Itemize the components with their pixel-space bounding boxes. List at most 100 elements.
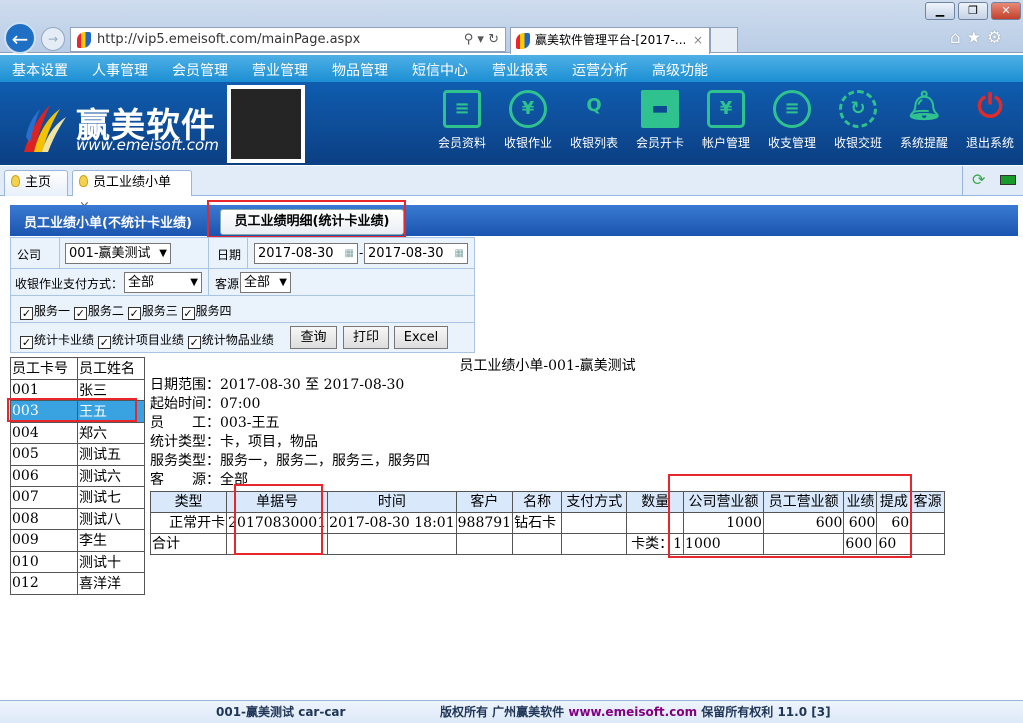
employee-row[interactable]: 007测试七 bbox=[11, 487, 145, 509]
source-label: 客源 bbox=[215, 275, 239, 292]
header-icon-open-card[interactable]: ▬会员开卡 bbox=[629, 90, 691, 151]
report-info-line: 起始时间：07:00 bbox=[150, 395, 945, 414]
employee-row[interactable]: 005测试五 bbox=[11, 444, 145, 466]
menu-item[interactable]: 短信中心 bbox=[412, 60, 468, 80]
total-cell: 合计 bbox=[151, 534, 227, 555]
address-bar[interactable]: http://vip5.emeisoft.com/mainPage.aspx ⚲ … bbox=[70, 27, 506, 52]
stat-goods-checkbox[interactable]: ✓统计物品业绩 bbox=[188, 333, 274, 347]
header-icon-cashier-list[interactable]: Q收银列表 bbox=[563, 90, 625, 151]
restore-button[interactable]: ❐ bbox=[958, 2, 988, 20]
service-checkbox[interactable]: ✓服务二 bbox=[74, 304, 124, 318]
header-icon-cashier[interactable]: ¥收银作业 bbox=[497, 90, 559, 151]
menu-item[interactable]: 人事管理 bbox=[92, 60, 148, 80]
menu-item[interactable]: 高级功能 bbox=[652, 60, 708, 80]
header-icon-reminder[interactable]: 🔔︎系统提醒 bbox=[893, 90, 955, 151]
emp-id: 005 bbox=[11, 444, 78, 466]
date-to-input[interactable]: 2017-08-30▦ bbox=[364, 243, 468, 264]
source-select[interactable]: 全部▼ bbox=[240, 272, 291, 293]
checkbox-checked-icon: ✓ bbox=[188, 336, 201, 349]
close-tab-icon[interactable]: × bbox=[693, 28, 703, 53]
header-icon-logout[interactable]: ⏻退出系统 bbox=[959, 90, 1021, 151]
table-cell: 20170830001 bbox=[227, 513, 328, 534]
excel-button[interactable]: Excel bbox=[394, 326, 448, 349]
fullscreen-icon[interactable] bbox=[1000, 175, 1016, 185]
menu-item[interactable]: 物品管理 bbox=[332, 60, 388, 80]
refresh-icon[interactable]: ⟳ bbox=[972, 170, 985, 189]
back-button[interactable]: ← bbox=[4, 22, 36, 54]
emp-name: 测试六 bbox=[78, 465, 145, 487]
bulb-icon bbox=[79, 175, 88, 187]
menu-item[interactable]: 营业管理 bbox=[252, 60, 308, 80]
site-favicon-icon bbox=[77, 32, 91, 48]
service-checkbox[interactable]: ✓服务四 bbox=[182, 304, 232, 318]
query-button[interactable]: 查询 bbox=[290, 326, 337, 349]
stat-project-checkbox[interactable]: ✓统计项目业绩 bbox=[98, 333, 184, 347]
minimize-button[interactable]: ▁ bbox=[925, 2, 955, 20]
date-separator: - bbox=[359, 246, 363, 260]
menu-item[interactable]: 运营分析 bbox=[572, 60, 628, 80]
table-cell: 1000 bbox=[684, 513, 764, 534]
stat-card-checkbox[interactable]: ✓统计卡业绩 bbox=[20, 333, 94, 347]
app-header: 赢美软件 www.emeisoft.com ≡会员资料 ¥收银作业 Q收银列表 … bbox=[0, 82, 1023, 165]
tab-home[interactable]: 主页 bbox=[4, 170, 68, 196]
icon-label: 系统提醒 bbox=[900, 136, 948, 150]
total-cell: 600 bbox=[844, 534, 877, 555]
column-header: 业绩 bbox=[844, 492, 877, 513]
header-icon-finance[interactable]: ≡收支管理 bbox=[761, 90, 823, 151]
employee-row[interactable]: 010测试十 bbox=[11, 551, 145, 573]
emp-id: 003 bbox=[11, 401, 78, 423]
employee-row[interactable]: 001张三 bbox=[11, 379, 145, 401]
service-checkbox[interactable]: ✓服务三 bbox=[128, 304, 178, 318]
pay-method-label: 收银作业支付方式： bbox=[15, 275, 123, 292]
browser-tab[interactable]: 赢美软件管理平台-[2017-...× bbox=[510, 27, 710, 54]
employee-row[interactable]: 012喜洋洋 bbox=[11, 573, 145, 595]
pay-method-select[interactable]: 全部▼ bbox=[124, 272, 202, 293]
column-header: 提成 bbox=[877, 492, 911, 513]
header-icon-account[interactable]: ¥帐户管理 bbox=[695, 90, 757, 151]
tab-staff-performance[interactable]: 员工业绩小单 × bbox=[72, 170, 192, 196]
emp-name: 测试七 bbox=[78, 487, 145, 509]
filter-form: 公司 001-赢美测试▼ 日期 2017-08-30▦ - 2017-08-30… bbox=[10, 237, 475, 353]
company-select[interactable]: 001-赢美测试▼ bbox=[65, 243, 171, 264]
emp-name: 喜洋洋 bbox=[78, 573, 145, 595]
menu-item[interactable]: 基本设置 bbox=[12, 60, 68, 80]
employee-table: 员工卡号员工姓名 001张三 003王五 004郑六 005测试五 006测试六… bbox=[10, 357, 145, 595]
total-cell bbox=[562, 534, 627, 555]
search-list-icon: Q bbox=[575, 90, 613, 128]
calendar-icon[interactable]: ▦ bbox=[345, 244, 354, 263]
checkbox-checked-icon: ✓ bbox=[128, 307, 141, 320]
tab-summary-no-card[interactable]: 员工业绩小单(不统计卡业绩) bbox=[24, 212, 192, 231]
employee-row-selected[interactable]: 003王五 bbox=[11, 401, 145, 423]
employee-row[interactable]: 004郑六 bbox=[11, 422, 145, 444]
tab-detail-with-card[interactable]: 员工业绩明细(统计卡业绩) bbox=[220, 209, 404, 235]
checkbox-label: 服务三 bbox=[142, 304, 178, 318]
menu-item[interactable]: 会员管理 bbox=[172, 60, 228, 80]
url-text: http://vip5.emeisoft.com/mainPage.aspx bbox=[97, 32, 360, 47]
footer-link[interactable]: www.emeisoft.com bbox=[568, 705, 697, 719]
menu-circle-icon: ≡ bbox=[773, 90, 811, 128]
card-icon: ▬ bbox=[641, 90, 679, 128]
header-icon-member-profile[interactable]: ≡会员资料 bbox=[431, 90, 493, 151]
employee-row[interactable]: 006测试六 bbox=[11, 465, 145, 487]
input-value: 2017-08-30 bbox=[258, 246, 334, 261]
forward-button[interactable]: → bbox=[41, 27, 65, 51]
home-star-gear-icons[interactable]: ⌂ ★ ⚙ bbox=[950, 28, 1002, 48]
search-refresh-icon[interactable]: ⚲ ▾ ↻ bbox=[464, 28, 499, 51]
print-button[interactable]: 打印 bbox=[343, 326, 389, 349]
employee-row[interactable]: 009李生 bbox=[11, 530, 145, 552]
calendar-icon[interactable]: ▦ bbox=[455, 244, 464, 263]
total-cell: 1000 bbox=[684, 534, 764, 555]
icon-label: 帐户管理 bbox=[702, 136, 750, 150]
total-cell bbox=[911, 534, 945, 555]
employee-row[interactable]: 008测试八 bbox=[11, 508, 145, 530]
header-icon-shift[interactable]: ↻收银交班 bbox=[827, 90, 889, 151]
close-window-button[interactable]: ✕ bbox=[991, 2, 1021, 20]
date-from-input[interactable]: 2017-08-30 ▦ bbox=[254, 243, 358, 264]
qr-code bbox=[227, 85, 305, 163]
menu-item[interactable]: 营业报表 bbox=[492, 60, 548, 80]
service-checkbox[interactable]: ✓服务一 bbox=[20, 304, 70, 318]
emp-name: 李生 bbox=[78, 530, 145, 552]
new-tab-button[interactable] bbox=[710, 27, 738, 53]
emp-id: 007 bbox=[11, 487, 78, 509]
total-cell bbox=[763, 534, 844, 555]
